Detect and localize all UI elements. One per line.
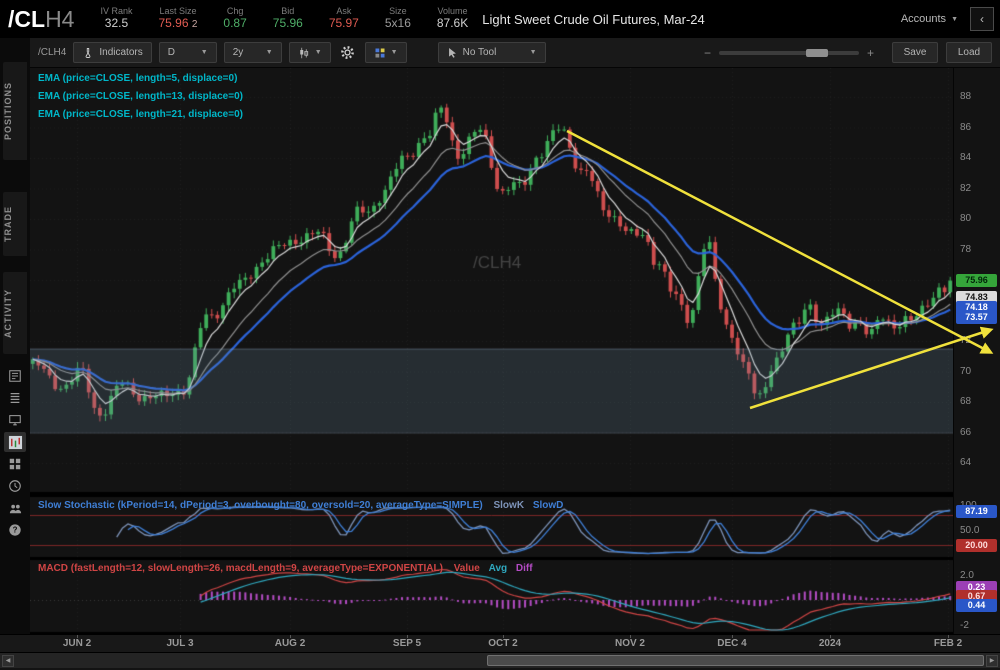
- collapse-panel-button[interactable]: ‹: [970, 7, 994, 31]
- stat-bid: Bid 75.96: [273, 7, 303, 30]
- chart-toolbar: /CLH4 Indicators D ▼ 2y ▼ ▼ ▼ No Tool ▼: [30, 38, 1000, 68]
- help-icon[interactable]: ?: [4, 520, 26, 540]
- price-tick: 64: [960, 457, 971, 468]
- symbol-root: /CL: [8, 6, 45, 32]
- scrollbar-handle[interactable]: [487, 655, 984, 666]
- stat-chg: Chg 0.87: [223, 7, 246, 30]
- symbol-title: /CLH4: [8, 6, 74, 33]
- chevron-down-icon: ▼: [315, 49, 322, 56]
- toolbar-symbol-label: /CLH4: [38, 47, 66, 58]
- price-tick: 84: [960, 152, 971, 163]
- macd-tick: -2: [960, 620, 969, 631]
- ema13-indicator-label[interactable]: EMA (price=CLOSE, length=13, displace=0): [38, 91, 243, 102]
- time-axis-label: SEP 5: [385, 638, 429, 649]
- trading-platform-window: /CLH4 IV Rank 32.5 Last Size 75.96 2 Chg…: [0, 0, 1000, 670]
- instrument-name: Light Sweet Crude Oil Futures, Mar-24: [482, 12, 705, 27]
- stat-ask: Ask 75.97: [329, 7, 359, 30]
- time-axis-label: DEC 4: [710, 638, 754, 649]
- quote-header: /CLH4 IV Rank 32.5 Last Size 75.96 2 Chg…: [0, 0, 1000, 38]
- stoch-bubble: 87.19: [956, 505, 997, 518]
- left-sidebar: POSITIONS TRADE ACTIVITY: [0, 38, 30, 652]
- flask-icon: [82, 47, 94, 59]
- chevron-down-icon: ▼: [501, 49, 536, 56]
- grid-icon[interactable]: [4, 454, 26, 474]
- zoom-out-button[interactable]: −: [704, 46, 711, 60]
- sidebar-tab-trade[interactable]: TRADE: [3, 192, 27, 256]
- grid-layout-dropdown[interactable]: ▼: [365, 42, 407, 63]
- price-bubble: 75.96: [956, 274, 997, 287]
- price-axis: 888684828078727068666475.9674.8374.1873.…: [953, 68, 1000, 634]
- time-axis-label: JUN 2: [55, 638, 99, 649]
- chart-scrollbar: ◀ ▶: [0, 652, 1000, 668]
- price-bubble: 73.57: [956, 311, 997, 324]
- macd-tick: 2.0: [960, 570, 974, 581]
- macd-bubble: 0.44: [956, 599, 997, 612]
- monitor-icon[interactable]: [4, 410, 26, 430]
- scroll-right-arrow[interactable]: ▶: [986, 655, 998, 667]
- accounts-dropdown[interactable]: Accounts ▼: [901, 13, 958, 25]
- price-tick: 78: [960, 244, 971, 255]
- time-axis: JUN 2 JUL 3 AUG 2 SEP 5 OCT 2 NOV 2 DEC 4 2024 F…: [0, 634, 1000, 652]
- scroll-left-arrow[interactable]: ◀: [2, 655, 14, 667]
- slowd-legend: SlowD: [533, 500, 564, 511]
- price-tick: 66: [960, 427, 971, 438]
- time-axis-label: AUG 2: [268, 638, 312, 649]
- stat-size: Size 5x16: [385, 7, 411, 30]
- slowk-legend: SlowK: [493, 500, 524, 511]
- time-axis-label: OCT 2: [481, 638, 525, 649]
- macd-diff-legend: Diff: [516, 563, 533, 574]
- symbol-contract: H4: [45, 6, 74, 32]
- price-tick: 86: [960, 122, 971, 133]
- grid-icon: [374, 47, 386, 59]
- price-chart-canvas[interactable]: [30, 68, 953, 634]
- news-icon[interactable]: [4, 366, 26, 386]
- time-axis-label: 2024: [808, 638, 852, 649]
- macd-value-legend: Value: [454, 563, 480, 574]
- price-tick: 68: [960, 396, 971, 407]
- price-tick: 80: [960, 213, 971, 224]
- ema5-indicator-label[interactable]: EMA (price=CLOSE, length=5, displace=0): [38, 73, 237, 84]
- community-icon[interactable]: [4, 498, 26, 518]
- ladder-icon[interactable]: [4, 388, 26, 408]
- stoch-tick: 50.0: [960, 525, 979, 536]
- sidebar-tab-positions[interactable]: POSITIONS: [3, 62, 27, 160]
- chart-style-dropdown[interactable]: ▼: [289, 42, 331, 63]
- zoom-slider-handle[interactable]: [806, 49, 828, 57]
- cursor-icon: [447, 47, 458, 58]
- zoom-slider[interactable]: [719, 51, 859, 55]
- chevron-down-icon: ▼: [248, 49, 272, 56]
- stoch-bubble: 20.00: [956, 539, 997, 552]
- ema21-indicator-label[interactable]: EMA (price=CLOSE, length=21, displace=0): [38, 109, 243, 120]
- chart-icon[interactable]: [4, 432, 26, 452]
- stat-last-size: Last Size 75.96 2: [158, 7, 197, 30]
- clock-icon[interactable]: [4, 476, 26, 496]
- svg-text:?: ?: [13, 526, 18, 535]
- price-tick: 88: [960, 91, 971, 102]
- price-tick: 82: [960, 183, 971, 194]
- chart-panel: EMA (price=CLOSE, length=5, displace=0) …: [30, 68, 953, 634]
- settings-gear-icon[interactable]: [338, 43, 358, 63]
- candlestick-icon: [298, 47, 310, 59]
- load-button[interactable]: Load: [946, 42, 992, 63]
- range-dropdown[interactable]: 2y ▼: [224, 42, 282, 63]
- stochastic-indicator-label[interactable]: Slow Stochastic (kPeriod=14, dPeriod=3, …: [38, 500, 563, 511]
- price-tick: 70: [960, 366, 971, 377]
- timeframe-dropdown[interactable]: D ▼: [159, 42, 217, 63]
- stat-volume: Volume 87.6K: [437, 7, 468, 30]
- price-tick: 72: [960, 335, 971, 346]
- time-axis-label: NOV 2: [608, 638, 652, 649]
- stat-iv-rank: IV Rank 32.5: [100, 7, 132, 30]
- macd-indicator-label[interactable]: MACD (fastLength=12, slowLength=26, macd…: [38, 563, 533, 574]
- indicators-button[interactable]: Indicators: [73, 42, 151, 63]
- chevron-down-icon: ▼: [391, 49, 398, 56]
- chevron-down-icon: ▼: [951, 16, 958, 23]
- macd-avg-legend: Avg: [489, 563, 508, 574]
- time-axis-label: JUL 3: [158, 638, 202, 649]
- time-axis-label: FEB 2: [926, 638, 970, 649]
- save-button[interactable]: Save: [892, 42, 938, 63]
- zoom-in-button[interactable]: +: [867, 46, 874, 60]
- chevron-down-icon: ▼: [180, 49, 208, 56]
- drawing-tool-dropdown[interactable]: No Tool ▼: [438, 42, 546, 63]
- sidebar-tab-activity[interactable]: ACTIVITY: [3, 272, 27, 354]
